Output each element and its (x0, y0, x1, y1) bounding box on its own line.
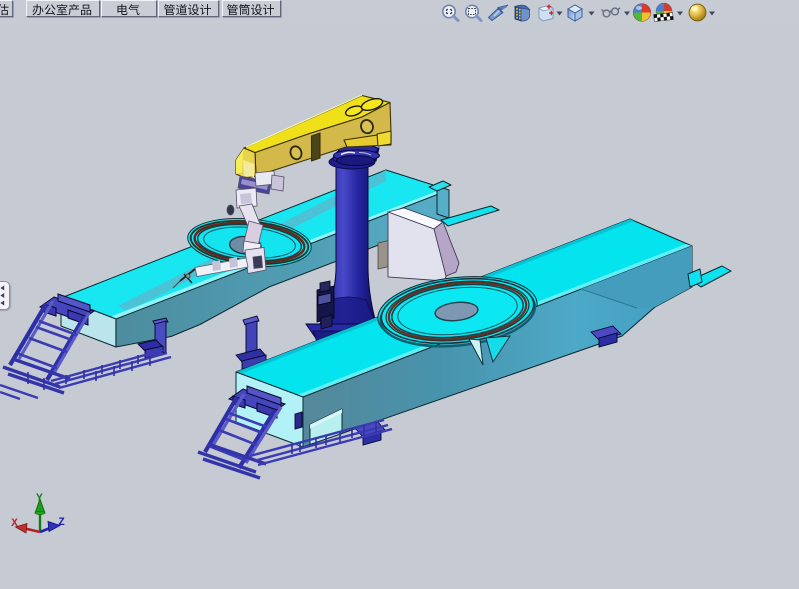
svg-text:X: X (11, 518, 18, 530)
svg-text:Z: Z (58, 517, 65, 529)
svg-text:Y: Y (36, 493, 43, 505)
